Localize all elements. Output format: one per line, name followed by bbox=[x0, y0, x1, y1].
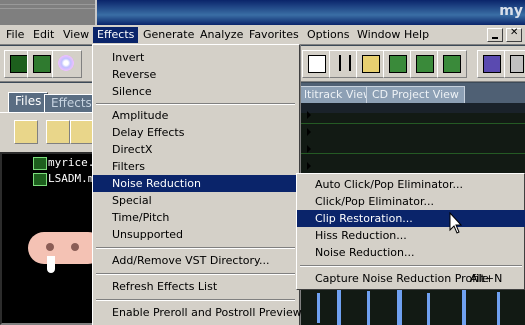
close-icon[interactable] bbox=[506, 27, 522, 42]
file-name: LSADM.m bbox=[48, 172, 95, 185]
waveform-segment bbox=[397, 287, 402, 325]
menu-favorites[interactable]: Favorites bbox=[245, 27, 303, 43]
menu-item-add-remove-vst[interactable]: Add/Remove VST Directory... bbox=[93, 252, 317, 269]
menu-item-directx[interactable]: DirectX bbox=[93, 141, 317, 158]
effect-icon[interactable] bbox=[437, 50, 467, 78]
menu-help[interactable]: Help bbox=[400, 27, 433, 43]
open-file-icon[interactable] bbox=[46, 120, 70, 144]
menu-item-shortcut: Alt+N bbox=[470, 272, 503, 285]
menu-item-amplitude[interactable]: Amplitude bbox=[93, 107, 317, 124]
paste-icon[interactable] bbox=[356, 50, 386, 78]
timeline-ruler bbox=[297, 103, 525, 113]
menu-item-clip-restoration[interactable]: Clip Restoration... bbox=[297, 210, 525, 227]
menu-generate[interactable]: Generate bbox=[139, 27, 198, 43]
cursor-icon bbox=[449, 212, 463, 234]
list-item[interactable]: myrice. bbox=[32, 156, 94, 169]
menu-view[interactable]: View bbox=[59, 27, 93, 43]
menu-separator bbox=[96, 103, 295, 105]
open-file-icon[interactable] bbox=[14, 120, 38, 144]
menu-item-noise-reduction[interactable]: Noise Reduction... bbox=[297, 244, 525, 261]
window-title: my bbox=[499, 3, 523, 19]
menu-separator bbox=[96, 299, 295, 301]
menu-item-noise-reduction[interactable]: Noise Reduction bbox=[93, 175, 317, 192]
menu-item-click-pop[interactable]: Click/Pop Eliminator... bbox=[297, 193, 525, 210]
effects-menu: Invert Reverse Silence Amplitude Delay E… bbox=[92, 44, 317, 325]
waveform-segment bbox=[317, 293, 320, 323]
menu-window[interactable]: Window bbox=[353, 27, 404, 43]
menu-options[interactable]: Options bbox=[303, 27, 353, 43]
menu-item-filters[interactable]: Filters bbox=[93, 158, 317, 175]
minimize-icon[interactable] bbox=[487, 28, 503, 42]
menu-item-unsupported[interactable]: Unsupported bbox=[93, 226, 317, 243]
submenu-arrow-icon bbox=[307, 162, 311, 170]
effect-icon[interactable] bbox=[504, 50, 525, 78]
submenu-arrow-icon bbox=[307, 145, 311, 153]
menu-file[interactable]: File bbox=[2, 27, 28, 43]
waveform-segment bbox=[367, 291, 370, 325]
menu-item-enable-preroll[interactable]: Enable Preroll and Postroll Preview bbox=[93, 304, 317, 321]
grid-line bbox=[297, 153, 525, 154]
menu-item-capture-noise-profile[interactable]: Capture Noise Reduction Profile Alt+N bbox=[297, 270, 525, 287]
list-item[interactable]: LSADM.m bbox=[32, 172, 94, 185]
vst-icon[interactable] bbox=[477, 50, 507, 78]
title-bar-grip bbox=[0, 0, 97, 25]
waveform-segment bbox=[497, 292, 500, 325]
menu-separator bbox=[96, 247, 295, 249]
menu-separator bbox=[96, 273, 295, 275]
effect-icon[interactable] bbox=[383, 50, 413, 78]
menu-item-invert[interactable]: Invert bbox=[93, 49, 317, 66]
menu-edit[interactable]: Edit bbox=[29, 27, 58, 43]
tab-files[interactable]: Files bbox=[8, 92, 49, 113]
menu-bar: File Edit View Effects Generate Analyze … bbox=[0, 25, 525, 45]
waveform-segment bbox=[427, 293, 430, 325]
menu-item-delay-effects[interactable]: Delay Effects bbox=[93, 124, 317, 141]
menu-item-time-pitch[interactable]: Time/Pitch bbox=[93, 209, 317, 226]
menu-item-label: DirectX bbox=[112, 143, 153, 156]
drop-overlay bbox=[47, 256, 55, 273]
file-name: myrice. bbox=[48, 156, 95, 169]
effect-icon[interactable] bbox=[410, 50, 440, 78]
menu-effects[interactable]: Effects bbox=[93, 27, 139, 43]
menu-item-label: Special bbox=[112, 194, 152, 207]
menu-item-reverse[interactable]: Reverse bbox=[93, 66, 317, 83]
waveform-segment bbox=[462, 289, 466, 325]
menu-item-label: Delay Effects bbox=[112, 126, 185, 139]
menu-item-label: Capture Noise Reduction Profile bbox=[315, 272, 489, 285]
menu-item-auto-click-pop[interactable]: Auto Click/Pop Eliminator... bbox=[297, 176, 525, 193]
menu-item-silence[interactable]: Silence bbox=[93, 83, 317, 100]
tab-cd-project-view[interactable]: CD Project View bbox=[366, 86, 465, 104]
open-file-icon[interactable] bbox=[70, 120, 94, 144]
submenu-arrow-icon bbox=[307, 111, 311, 119]
submenu-arrow-icon bbox=[307, 128, 311, 136]
menu-item-special[interactable]: Special bbox=[93, 192, 317, 209]
menu-item-label: Filters bbox=[112, 160, 145, 173]
tab-effects[interactable]: Effects bbox=[44, 94, 99, 113]
menu-item-refresh-effects[interactable]: Refresh Effects List bbox=[93, 278, 317, 295]
menu-item-label: Noise Reduction bbox=[112, 177, 201, 190]
menu-item-label: Unsupported bbox=[112, 228, 184, 241]
waveform-segment bbox=[337, 288, 341, 325]
menu-analyze[interactable]: Analyze bbox=[196, 27, 247, 43]
menu-item-label: Time/Pitch bbox=[112, 211, 170, 224]
menu-item-label: Amplitude bbox=[112, 109, 169, 122]
menu-item-hiss-reduction[interactable]: Hiss Reduction... bbox=[297, 227, 525, 244]
grid-line bbox=[297, 123, 525, 124]
menu-separator bbox=[300, 265, 522, 267]
noise-reduction-submenu: Auto Click/Pop Eliminator... Click/Pop E… bbox=[296, 173, 525, 290]
cut-icon[interactable] bbox=[329, 50, 359, 78]
cd-icon[interactable] bbox=[52, 50, 82, 78]
